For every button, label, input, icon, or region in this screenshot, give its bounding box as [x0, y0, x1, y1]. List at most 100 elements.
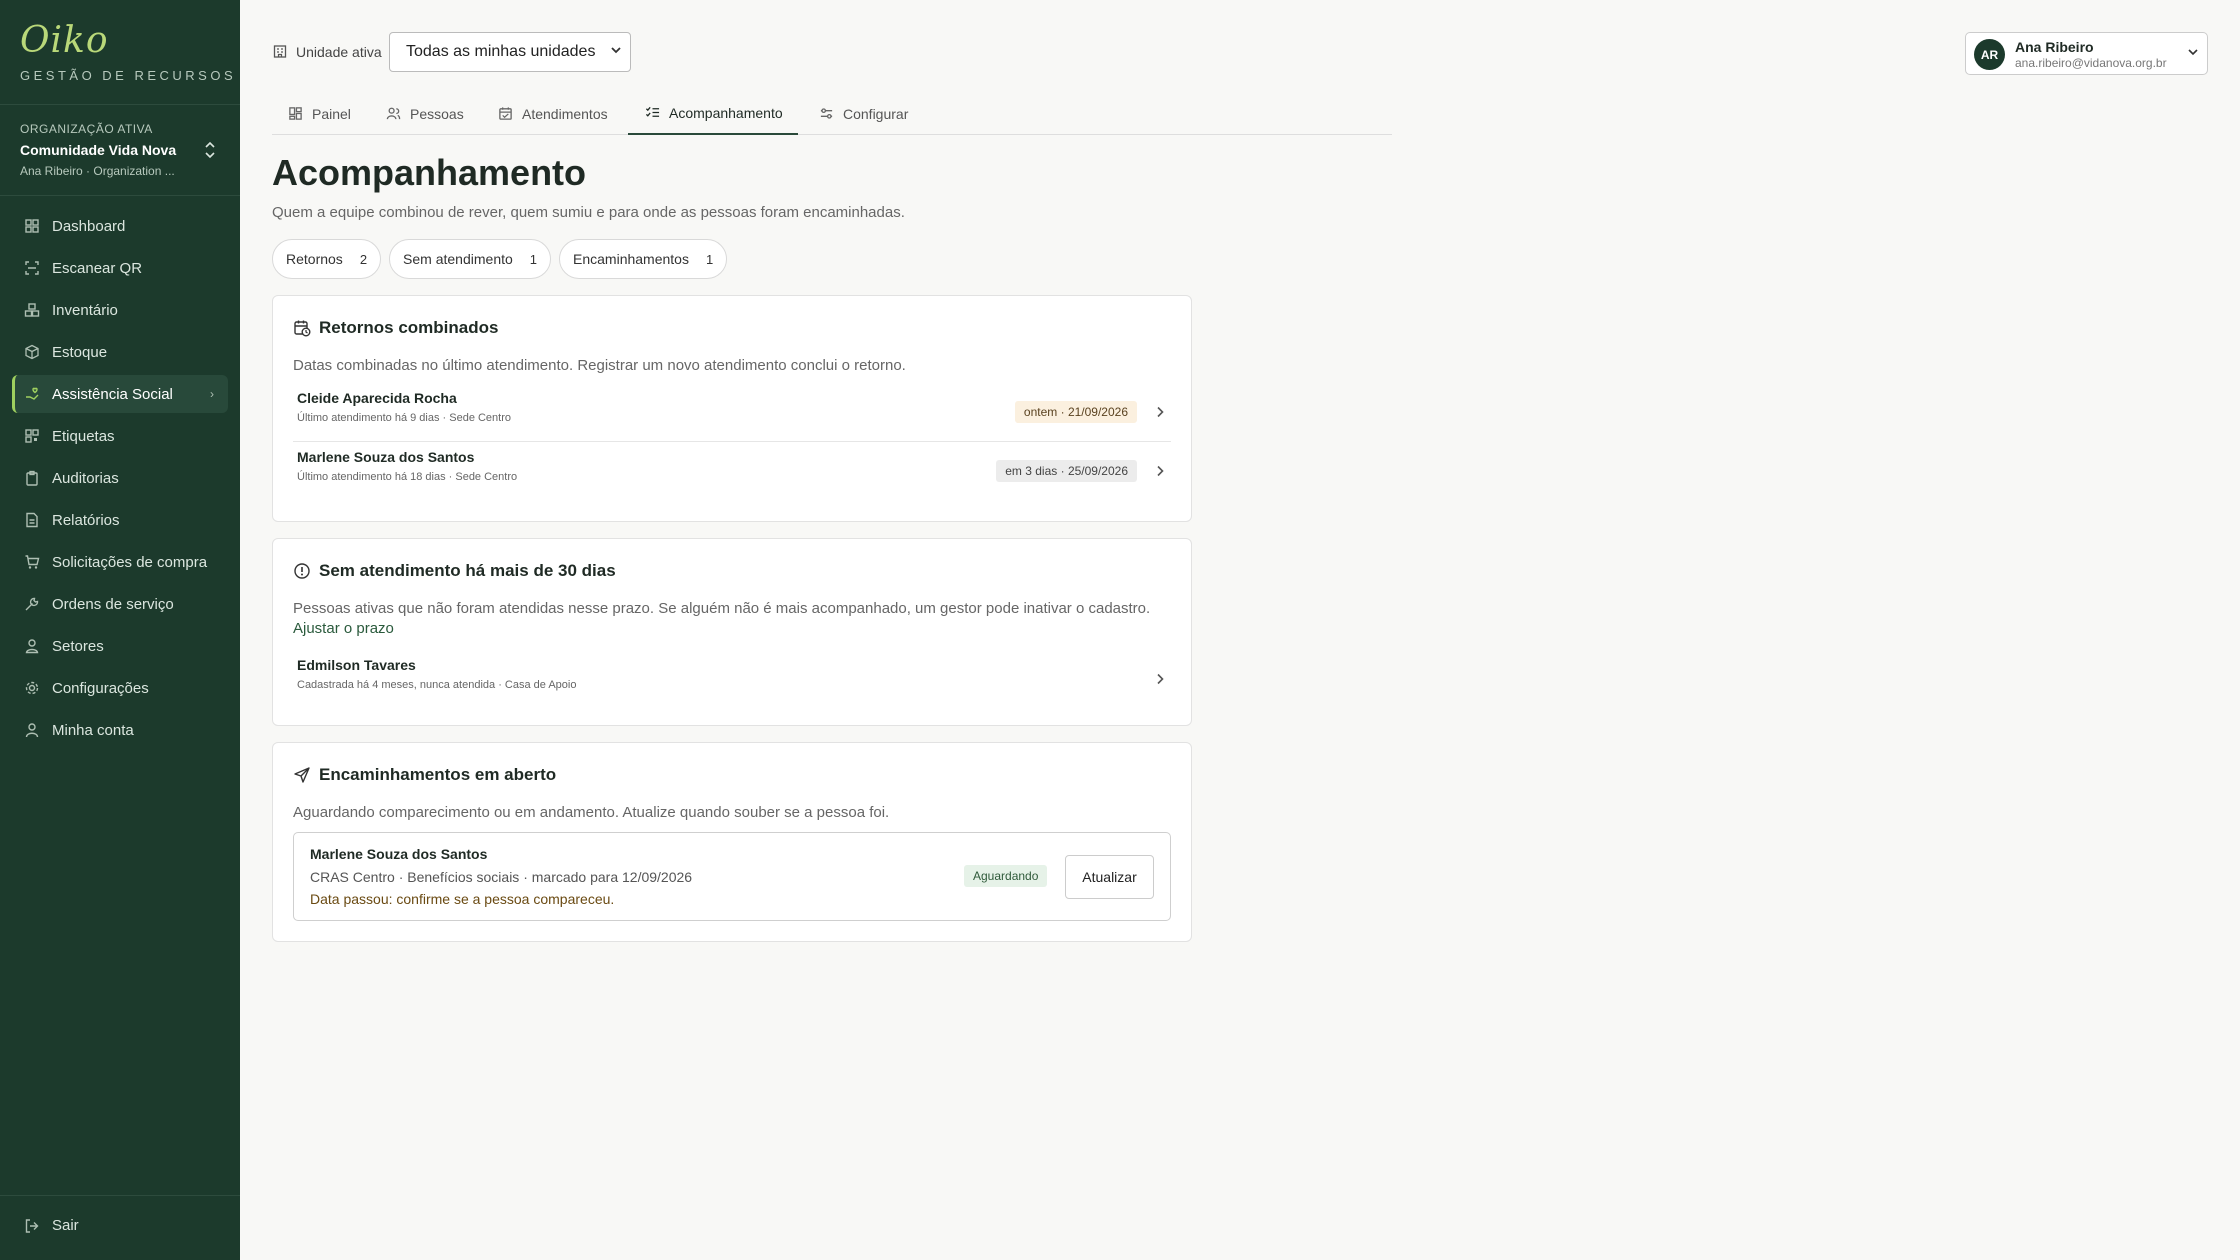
chip-count: 1 [529, 251, 538, 267]
unit-select-value: Todas as minhas unidades [406, 43, 596, 60]
org-switch-icon[interactable] [200, 140, 220, 160]
person-name: Edmilson Tavares [297, 657, 416, 673]
sidebar-item-service-orders[interactable]: Ordens de serviço [12, 585, 228, 623]
sidebar-item-label: Estoque [52, 343, 108, 361]
sidebar-divider [0, 1195, 240, 1196]
tab-label: Configurar [843, 105, 909, 122]
returns-card-title: Retornos combinados [293, 318, 498, 338]
adjust-deadline-link[interactable]: Ajustar o prazo [293, 620, 394, 637]
hand-heart-icon [24, 386, 40, 402]
sidebar-item-stock[interactable]: Estoque [12, 333, 228, 371]
sidebar-item-labels[interactable]: Etiquetas [12, 417, 228, 455]
logout-label: Sair [52, 1217, 79, 1234]
list-item[interactable]: Marlene Souza dos Santos Último atendime… [293, 448, 1171, 496]
package-icon [24, 344, 40, 360]
chevron-down-icon [610, 44, 622, 59]
tab-label: Painel [312, 105, 351, 122]
tab-label: Acompanhamento [669, 104, 783, 121]
tab-acompanhamento[interactable]: Acompanhamento [628, 92, 798, 135]
chevron-right-icon [1153, 405, 1167, 419]
sidebar-item-inventory[interactable]: Inventário [12, 291, 228, 329]
user-name: Ana Ribeiro [2015, 39, 2094, 55]
cart-icon [24, 554, 40, 570]
returns-card: Retornos combinados Datas combinadas no … [272, 295, 1192, 522]
card-title-text: Sem atendimento há mais de 30 dias [319, 561, 616, 580]
logout-button[interactable]: Sair [24, 1217, 79, 1234]
person-name: Marlene Souza dos Santos [297, 449, 475, 465]
due-badge: em 3 dias · 25/09/2026 [996, 460, 1137, 482]
avatar: AR [1974, 39, 2005, 70]
chip-returns[interactable]: Retornos 2 [272, 239, 382, 279]
sidebar-item-purchase-requests[interactable]: Solicitações de compra [12, 543, 228, 581]
sidebar-nav: Dashboard Escanear QR Inventário Estoque… [12, 207, 228, 753]
list-item[interactable]: Edmilson Tavares Cadastrada há 4 meses, … [293, 656, 1171, 704]
user-group-icon [24, 638, 40, 654]
chevron-right-icon [1153, 672, 1167, 686]
sidebar-item-label: Dashboard [52, 217, 126, 235]
sidebar-item-sectors[interactable]: Setores [12, 627, 228, 665]
sidebar-item-audits[interactable]: Auditorias [12, 459, 228, 497]
chevron-right-icon [1153, 464, 1167, 478]
chip-count: 1 [705, 251, 714, 267]
boxes-icon [24, 302, 40, 318]
sidebar-item-my-account[interactable]: Minha conta [12, 711, 228, 749]
scan-icon [24, 260, 40, 276]
sidebar-item-settings[interactable]: Configurações [12, 669, 228, 707]
sidebar-item-social-assistance[interactable]: Assistência Social › [12, 375, 228, 413]
list-check-icon [645, 105, 660, 120]
chip-no-attendance[interactable]: Sem atendimento 1 [389, 239, 552, 279]
tab-pessoas[interactable]: Pessoas [386, 92, 464, 135]
org-label: ORGANIZAÇÃO ATIVA [20, 122, 153, 136]
tab-painel[interactable]: Painel [288, 92, 351, 135]
user-icon [24, 722, 40, 738]
person-name: Cleide Aparecida Rocha [297, 390, 457, 406]
alert-circle-icon [293, 562, 311, 580]
sidebar-item-reports[interactable]: Relatórios [12, 501, 228, 539]
calendar-icon [498, 106, 513, 121]
chip-count: 2 [359, 251, 368, 267]
due-badge: ontem · 21/09/2026 [1014, 401, 1137, 423]
referrals-card: Encaminhamentos em aberto Aguardando com… [272, 742, 1192, 942]
grid-icon [24, 218, 40, 234]
card-title-text: Retornos combinados [319, 318, 499, 337]
sidebar-item-label: Minha conta [52, 721, 134, 739]
person-meta: Cadastrada há 4 meses, nunca atendida · … [297, 679, 577, 691]
sidebar: Oiko GESTÃO DE RECURSOS ORGANIZAÇÃO ATIV… [0, 0, 240, 1260]
brand-subtitle: GESTÃO DE RECURSOS [20, 68, 237, 83]
card-title-text: Encaminhamentos em aberto [319, 765, 557, 784]
status-badge: Aguardando [964, 865, 1048, 887]
users-icon [386, 106, 401, 121]
send-icon [293, 766, 311, 784]
tab-label: Pessoas [410, 105, 464, 122]
tab-configurar[interactable]: Configurar [819, 92, 908, 135]
sidebar-item-label: Relatórios [52, 511, 120, 529]
chip-label: Sem atendimento [403, 251, 513, 267]
chevron-right-icon: › [210, 387, 214, 401]
sidebar-divider [0, 195, 240, 196]
referral-person-name: Marlene Souza dos Santos [310, 846, 488, 862]
file-icon [24, 512, 40, 528]
tab-atendimentos[interactable]: Atendimentos [498, 92, 608, 135]
unit-select[interactable]: Todas as minhas unidades [389, 32, 631, 72]
gear-icon [24, 680, 40, 696]
inactive-card-title: Sem atendimento há mais de 30 dias [293, 561, 616, 581]
sidebar-item-label: Escanear QR [52, 259, 143, 277]
referrals-card-title: Encaminhamentos em aberto [293, 765, 556, 785]
inactive-card-description: Pessoas ativas que não foram atendidas n… [293, 599, 1173, 639]
org-name: Comunidade Vida Nova [20, 142, 177, 158]
sidebar-item-dashboard[interactable]: Dashboard [12, 207, 228, 245]
unit-label: Unidade ativa [296, 44, 382, 60]
chip-referrals[interactable]: Encaminhamentos 1 [559, 239, 728, 279]
user-menu[interactable]: AR Ana Ribeiro ana.ribeiro@vidanova.org.… [1965, 32, 2208, 75]
returns-card-description: Datas combinadas no último atendimento. … [293, 357, 906, 374]
sidebar-item-label: Ordens de serviço [52, 595, 174, 613]
person-meta: Último atendimento há 18 dias · Sede Cen… [297, 471, 518, 483]
list-item[interactable]: Cleide Aparecida Rocha Último atendiment… [293, 389, 1171, 437]
sidebar-item-label: Assistência Social [52, 385, 173, 403]
sidebar-item-label: Etiquetas [52, 427, 115, 445]
sidebar-item-label: Configurações [52, 679, 149, 697]
filter-chips: Retornos 2 Sem atendimento 1 Encaminhame… [272, 239, 735, 279]
update-button[interactable]: Atualizar [1065, 855, 1154, 899]
sidebar-item-label: Inventário [52, 301, 118, 319]
sidebar-item-scan-qr[interactable]: Escanear QR [12, 249, 228, 287]
